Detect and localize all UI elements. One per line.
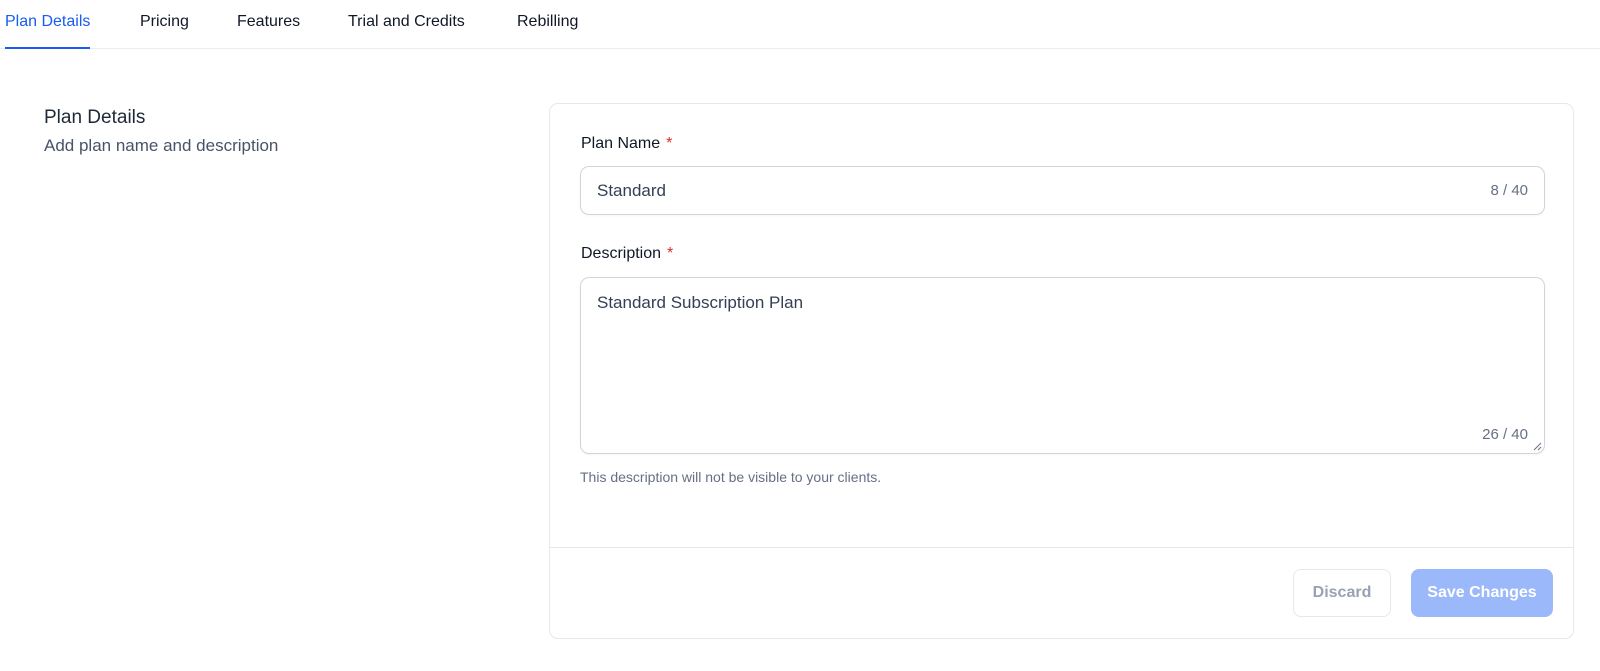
plan-name-char-count: 8 / 40	[1490, 182, 1528, 199]
description-label-text: Description	[581, 245, 662, 262]
description-label: Description *	[581, 245, 673, 263]
card-divider	[550, 547, 1573, 548]
plan-name-label: Plan Name *	[581, 135, 672, 153]
discard-button[interactable]: Discard	[1293, 569, 1391, 617]
tab-rebilling[interactable]: Rebilling	[517, 0, 578, 49]
plan-name-value[interactable]: Standard	[597, 181, 666, 201]
required-indicator: *	[666, 135, 673, 152]
tab-bar: Plan Details Pricing Features Trial and …	[0, 0, 1600, 49]
plan-name-label-text: Plan Name	[581, 135, 661, 152]
description-help-text: This description will not be visible to …	[580, 469, 882, 485]
resize-handle-icon[interactable]	[1533, 442, 1542, 451]
tab-plan-details[interactable]: Plan Details	[5, 0, 91, 49]
save-changes-button[interactable]: Save Changes	[1411, 569, 1553, 617]
required-indicator: *	[667, 245, 674, 262]
tab-pricing[interactable]: Pricing	[140, 0, 189, 49]
description-char-count: 26 / 40	[1482, 426, 1528, 443]
tab-features[interactable]: Features	[237, 0, 300, 49]
plan-name-input[interactable]: Standard 8 / 40	[580, 166, 1545, 215]
description-textarea[interactable]: Standard Subscription Plan 26 / 40	[580, 277, 1545, 454]
description-value[interactable]: Standard Subscription Plan	[597, 293, 803, 313]
plan-details-card: Plan Name * Standard 8 / 40 Description * …	[549, 103, 1574, 639]
section-subtitle: Add plan name and description	[44, 136, 279, 155]
tab-trial-and-credits[interactable]: Trial and Credits	[348, 0, 465, 49]
section-title: Plan Details	[44, 107, 146, 128]
